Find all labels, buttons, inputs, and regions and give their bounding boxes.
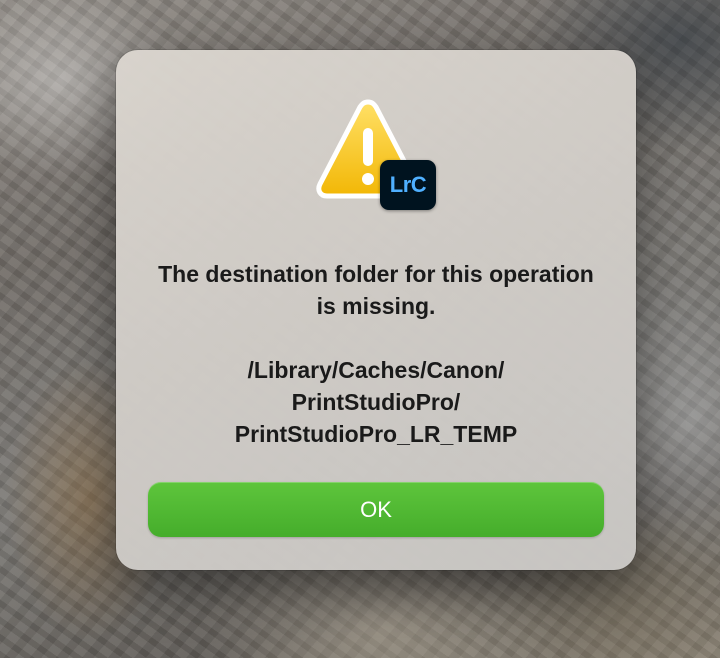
path-line: PrintStudioPro/: [291, 389, 461, 415]
missing-folder-path: /Library/Caches/Canon/ PrintStudioPro/ P…: [156, 354, 596, 450]
path-line: /Library/Caches/Canon/: [247, 357, 505, 383]
alert-icon-group: LrC: [316, 96, 438, 214]
alert-dialog: LrC The destination folder for this oper…: [116, 50, 636, 570]
alert-message: The destination folder for this operatio…: [158, 261, 594, 319]
ok-button[interactable]: OK: [148, 482, 604, 537]
lightroom-classic-icon: LrC: [380, 160, 436, 210]
path-line: PrintStudioPro_LR_TEMP: [234, 421, 518, 447]
